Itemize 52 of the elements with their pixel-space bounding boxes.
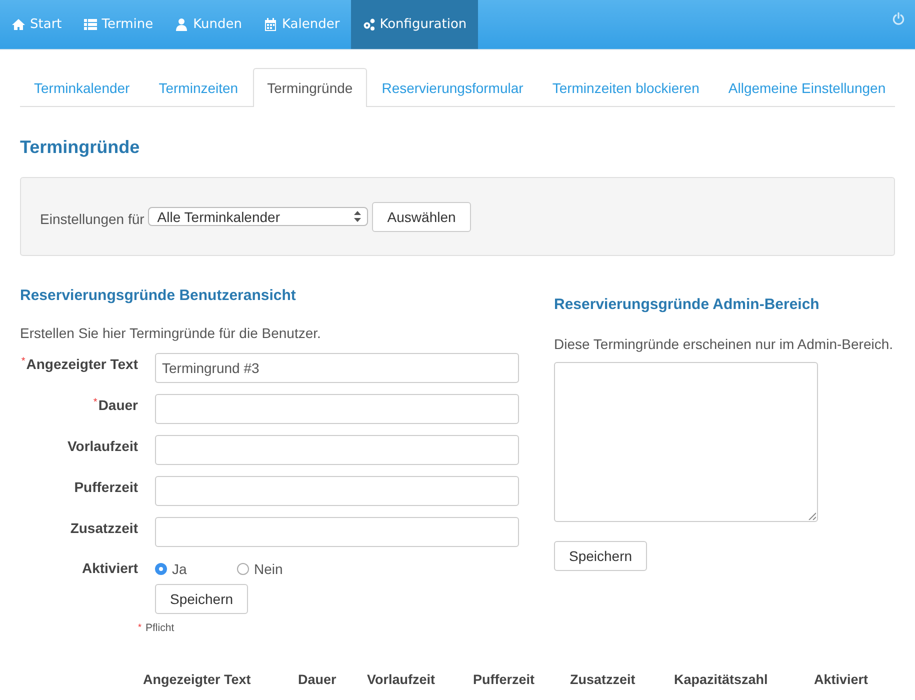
updown-arrows-icon [354,211,362,222]
tab[interactable]: Terminzeiten blockieren [538,68,714,106]
nav-item[interactable]: Kalender [252,0,351,49]
field-label: Zusatzzeit [70,520,138,536]
column-header: Zusatzzeit [570,672,636,687]
section-title: Reservierungsgründe Admin-Bereich [554,296,820,313]
nav-item[interactable]: Start [0,0,73,49]
resize-grip-icon[interactable] [808,512,816,520]
input-field[interactable]: Termingrund #3 [155,353,519,383]
calendar-select[interactable]: Alle Terminkalender [148,207,368,226]
column-header: Dauer [298,672,336,687]
section-description: Diese Termingründe erscheinen nur im Admin-Bereich. [554,336,894,352]
field-label: *Dauer [93,397,138,413]
input-field[interactable] [155,517,519,547]
tab[interactable]: Terminzeiten [144,68,252,106]
field-label: Pufferzeit [74,479,138,495]
nav-item[interactable]: Termine [72,0,164,49]
field-label: *Angezeigter Text [21,356,138,372]
column-header: Aktiviert [814,672,868,687]
radio-button[interactable] [155,563,167,575]
input-field[interactable] [155,476,519,506]
tab[interactable]: Terminkalender [20,68,144,106]
radio-button[interactable] [237,563,249,575]
column-header: Kapazitätszahl [674,672,768,687]
section-title: Reservierungsgründe Benutzeransicht [20,287,296,304]
filter-label: Einstellungen für [40,210,144,226]
column-header: Angezeigter Text [143,672,251,687]
field-label: Vorlaufzeit [67,438,138,454]
list-icon [84,18,97,31]
input-field[interactable] [155,435,519,465]
user-icon [175,18,188,31]
input-field[interactable] [155,394,519,424]
home-icon [12,18,25,31]
select-button[interactable]: Auswählen [372,202,471,232]
radio-option[interactable]: Nein [237,561,319,577]
section-description: Erstellen Sie hier Termingründe für die Benutzer. [20,325,321,341]
field-label: Aktiviert [82,560,138,576]
tab[interactable]: Allgemeine Einstellungen [714,68,900,106]
column-header: Vorlaufzeit [367,672,436,687]
column-header: Pufferzeit [473,672,535,687]
save-button[interactable]: Speichern [554,541,648,571]
power-icon[interactable] [892,12,905,25]
page-title: Termingründe [20,137,140,158]
tab[interactable]: Reservierungsformular [368,68,538,106]
nav-item[interactable]: Kunden [164,0,253,49]
nav-item[interactable]: Konfiguration [350,0,478,49]
calendar-icon [264,18,277,31]
radio-option[interactable]: Ja [155,561,237,577]
text-area[interactable] [554,362,818,522]
required-note: * Pflicht [138,622,176,634]
tab[interactable]: Termingründe [253,68,367,107]
save-button[interactable]: Speichern [155,584,248,614]
